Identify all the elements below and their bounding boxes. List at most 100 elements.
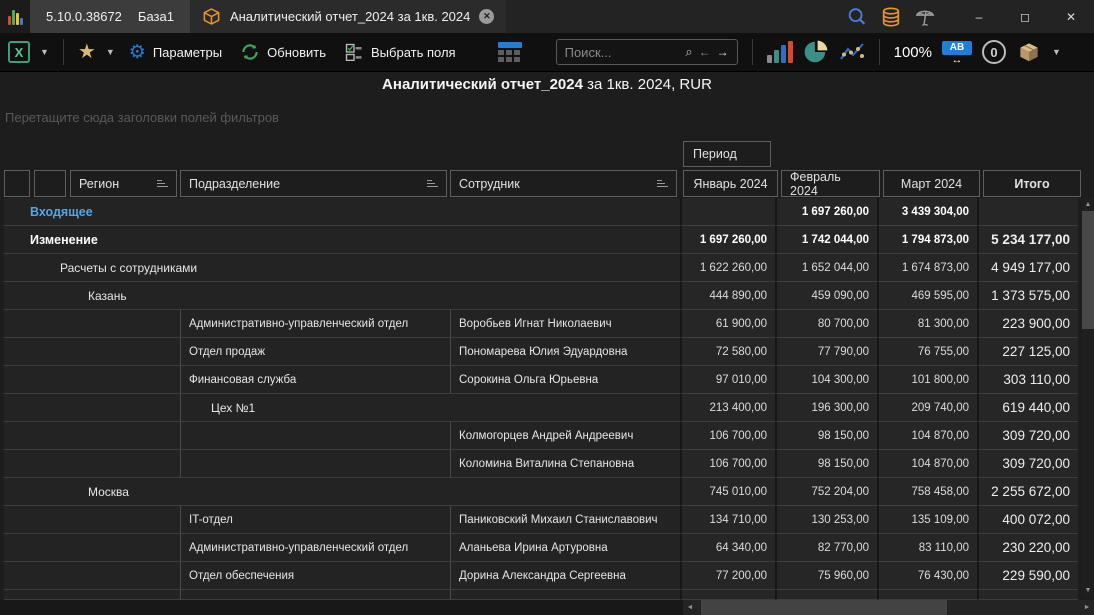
value-cell[interactable]: 80 700,00 <box>775 310 877 338</box>
table-row[interactable]: Финансовая службаСорокина Ольга Юрьевна9… <box>4 366 1082 394</box>
value-cell[interactable]: 3 439 304,00 <box>877 198 977 226</box>
value-cell[interactable]: 106 700,00 <box>680 422 775 450</box>
value-cell[interactable]: 104 300,00 <box>775 366 877 394</box>
value-cell[interactable]: 61 900,00 <box>680 310 775 338</box>
total-value-cell[interactable]: 2 255 672,00 <box>977 478 1078 506</box>
table-row[interactable]: Административно-управленческий отделВоро… <box>4 310 1082 338</box>
favorite-star-icon[interactable]: ★ <box>78 42 96 62</box>
period-column-header[interactable]: Март 2024 <box>883 170 980 197</box>
line-chart-icon[interactable] <box>839 40 865 64</box>
value-cell[interactable]: 101 800,00 <box>877 366 977 394</box>
value-cell[interactable]: 98 150,00 <box>775 450 877 478</box>
table-row[interactable]: Цех №1213 400,00196 300,00209 740,00619 … <box>4 394 1082 422</box>
table-row[interactable]: IT-отделПаниковский Михаил Станиславович… <box>4 506 1082 534</box>
pivot-grid-icon[interactable] <box>498 42 522 62</box>
period-column-header[interactable]: Итого <box>983 170 1081 197</box>
value-cell[interactable]: 1 742 044,00 <box>775 226 877 254</box>
vertical-scroll-thumb[interactable] <box>1082 211 1094 329</box>
value-cell[interactable]: 1 697 260,00 <box>775 198 877 226</box>
value-cell[interactable]: 64 340,00 <box>680 534 775 562</box>
total-value-cell[interactable]: 230 220,00 <box>977 534 1078 562</box>
total-value-cell[interactable]: 229 590,00 <box>977 562 1078 590</box>
total-value-cell[interactable]: 309 720,00 <box>977 450 1078 478</box>
period-column-header[interactable]: Февраль 2024 <box>781 170 880 197</box>
search-icon[interactable]: ⌕ <box>685 44 692 60</box>
table-row[interactable]: Отдел обеспеченияДорина Александра Серге… <box>4 562 1082 590</box>
value-cell[interactable]: 196 300,00 <box>775 394 877 422</box>
sort-icon[interactable] <box>657 180 668 188</box>
value-cell[interactable]: 444 890,00 <box>680 282 775 310</box>
total-value-cell[interactable]: 1 373 575,00 <box>977 282 1078 310</box>
value-cell[interactable]: 459 090,00 <box>775 282 877 310</box>
table-row[interactable]: Колмогорцев Андрей Андреевич106 700,0098… <box>4 422 1082 450</box>
scroll-up-icon[interactable]: ▲ <box>1082 198 1094 211</box>
total-value-cell[interactable]: 309 720,00 <box>977 422 1078 450</box>
employee-field-header[interactable]: Сотрудник <box>450 170 677 197</box>
value-cell[interactable]: 1 622 260,00 <box>680 254 775 282</box>
close-button[interactable]: ✕ <box>1048 0 1094 33</box>
search-prev-icon[interactable]: ← <box>699 45 711 59</box>
value-cell[interactable]: 758 458,00 <box>877 478 977 506</box>
favorite-caret-icon[interactable]: ▼ <box>106 47 115 57</box>
total-value-cell[interactable]: 4 949 177,00 <box>977 254 1078 282</box>
value-cell[interactable]: 77 200,00 <box>680 562 775 590</box>
value-cell[interactable]: 72 580,00 <box>680 338 775 366</box>
tab-close-icon[interactable]: ✕ <box>479 9 494 24</box>
value-cell[interactable]: 1 652 044,00 <box>775 254 877 282</box>
value-cell[interactable]: 1 794 873,00 <box>877 226 977 254</box>
header-button-cell-2[interactable] <box>34 170 66 197</box>
excel-export-icon[interactable]: X <box>8 41 30 63</box>
hide-zeros-icon[interactable]: 0 <box>982 40 1006 64</box>
total-value-cell[interactable] <box>977 198 1078 226</box>
zoom-level[interactable]: 100% <box>894 44 932 61</box>
parameters-button[interactable]: ⚙ Параметры <box>125 40 226 65</box>
period-field-header[interactable]: Период <box>683 141 771 167</box>
value-cell[interactable]: 469 595,00 <box>877 282 977 310</box>
value-cell[interactable]: 745 010,00 <box>680 478 775 506</box>
sort-icon[interactable] <box>157 180 168 188</box>
minimize-button[interactable]: – <box>956 0 1002 33</box>
table-row[interactable]: Москва745 010,00752 204,00758 458,002 25… <box>4 478 1082 506</box>
search-db-icon[interactable] <box>846 6 868 28</box>
value-cell[interactable] <box>877 590 977 600</box>
value-cell[interactable]: 130 253,00 <box>775 506 877 534</box>
excel-export-caret-icon[interactable]: ▼ <box>40 47 49 57</box>
value-cell[interactable]: 213 400,00 <box>680 394 775 422</box>
value-cell[interactable]: 82 770,00 <box>775 534 877 562</box>
value-cell[interactable]: 104 870,00 <box>877 450 977 478</box>
select-fields-button[interactable]: Выбрать поля <box>340 39 460 65</box>
table-row[interactable]: Административно-управленческий отделАлан… <box>4 534 1082 562</box>
header-button-cell-1[interactable] <box>4 170 30 197</box>
total-value-cell[interactable]: 400 072,00 <box>977 506 1078 534</box>
table-row[interactable]: Отдел продажПономарева Юлия Эдуардовна72… <box>4 338 1082 366</box>
table-row[interactable]: Расчеты с сотрудниками1 622 260,001 652 … <box>4 254 1082 282</box>
value-cell[interactable]: 81 300,00 <box>877 310 977 338</box>
auto-width-icon[interactable]: AB ↔ <box>942 41 972 64</box>
total-value-cell[interactable]: 303 110,00 <box>977 366 1078 394</box>
value-cell[interactable] <box>775 590 877 600</box>
sort-icon[interactable] <box>427 180 438 188</box>
maximize-button[interactable]: ◻ <box>1002 0 1048 33</box>
table-row[interactable]: Изменение1 697 260,001 742 044,001 794 8… <box>4 226 1082 254</box>
box-caret-icon[interactable]: ▼ <box>1052 47 1061 57</box>
period-column-header[interactable]: Январь 2024 <box>683 170 778 197</box>
table-row[interactable]: Казань444 890,00459 090,00469 595,001 37… <box>4 282 1082 310</box>
department-field-header[interactable]: Подразделение <box>180 170 447 197</box>
value-cell[interactable]: 83 110,00 <box>877 534 977 562</box>
bar-chart-icon[interactable] <box>767 41 793 63</box>
box-icon[interactable] <box>1016 39 1042 65</box>
value-cell[interactable]: 1 674 873,00 <box>877 254 977 282</box>
value-cell[interactable]: 76 755,00 <box>877 338 977 366</box>
value-cell[interactable] <box>680 590 775 600</box>
search-next-icon[interactable]: → <box>717 45 729 59</box>
horizontal-scroll-thumb[interactable] <box>701 600 947 615</box>
total-value-cell[interactable]: 5 234 177,00 <box>977 226 1078 254</box>
total-value-cell[interactable]: 223 900,00 <box>977 310 1078 338</box>
database-icon[interactable] <box>880 6 902 28</box>
refresh-button[interactable]: Обновить <box>236 39 330 65</box>
value-cell[interactable]: 75 960,00 <box>775 562 877 590</box>
value-cell[interactable]: 97 010,00 <box>680 366 775 394</box>
value-cell[interactable] <box>680 198 775 226</box>
scroll-down-icon[interactable]: ▼ <box>1082 584 1094 597</box>
total-value-cell[interactable]: 619 440,00 <box>977 394 1078 422</box>
